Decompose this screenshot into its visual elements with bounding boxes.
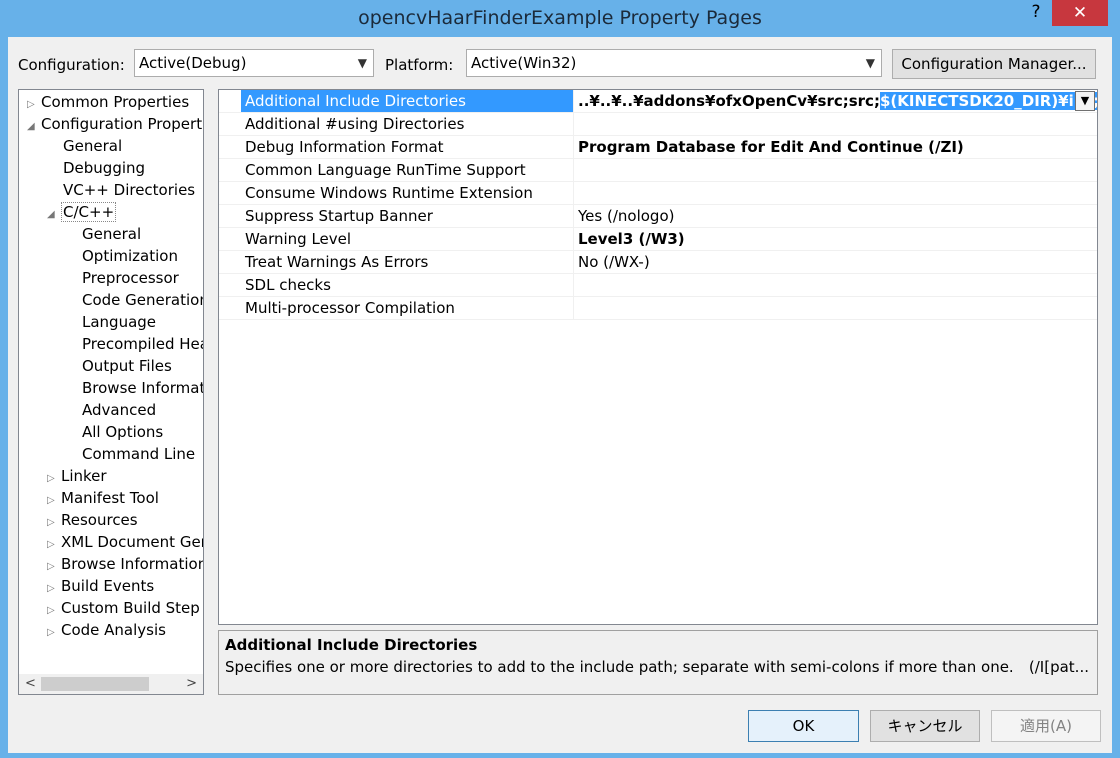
property-pages-window: opencvHaarFinderExample Property Pages ?… <box>0 0 1120 758</box>
tree-item-optimization[interactable]: Optimization <box>82 245 178 267</box>
chevron-down-icon: ▼ <box>357 56 367 70</box>
tree-item-vc-directories[interactable]: VC++ Directories <box>63 179 195 201</box>
description-title: Additional Include Directories <box>225 636 478 654</box>
description-panel: Additional Include Directories Specifies… <box>218 630 1098 695</box>
property-name[interactable]: Warning Level <box>241 228 573 250</box>
configuration-label: Configuration: <box>18 56 125 74</box>
tree-item-general[interactable]: General <box>63 135 122 157</box>
property-row[interactable]: Additional Include Directories ..¥..¥..¥… <box>219 90 1097 113</box>
property-value[interactable] <box>573 159 1097 181</box>
selected-text: $(KINECTSDK20_DIR)¥inc; <box>879 92 1097 110</box>
property-name[interactable]: Debug Information Format <box>241 136 573 158</box>
chevron-down-icon: ▼ <box>865 56 875 70</box>
dialog-body: Configuration: Active(Debug) ▼ Platform:… <box>8 37 1112 753</box>
property-value[interactable]: Yes (/nologo) <box>573 205 1097 227</box>
tree-item-language[interactable]: Language <box>82 311 156 333</box>
property-value[interactable]: Level3 (/W3) <box>573 228 1097 250</box>
description-flag: (/I[pat... <box>1028 658 1089 676</box>
tree-item-code-generation[interactable]: Code Generation <box>82 289 203 311</box>
tree-item-custom-build-step[interactable]: ▷ Custom Build Step <box>47 597 200 619</box>
tree-item-cpp-general[interactable]: General <box>82 223 141 245</box>
property-tree[interactable]: ▷ Common Properties ◢ Configuration Proper… <box>18 89 204 695</box>
property-value[interactable]: Program Database for Edit And Continue (… <box>573 136 1097 158</box>
close-button[interactable]: ✕ <box>1052 0 1108 26</box>
property-name[interactable]: SDL checks <box>241 274 573 296</box>
tree-item-build-events[interactable]: ▷ Build Events <box>47 575 154 597</box>
tree-item-browse-information-root[interactable]: ▷ Browse Information <box>47 553 203 575</box>
configuration-value: Active(Debug) <box>139 54 247 72</box>
property-row[interactable]: SDL checks <box>219 274 1097 297</box>
property-name[interactable]: Common Language RunTime Support <box>241 159 573 181</box>
tree-item-code-analysis[interactable]: ▷ Code Analysis <box>47 619 166 641</box>
platform-value: Active(Win32) <box>471 54 577 72</box>
collapse-arrow-icon[interactable]: ◢ <box>47 204 61 226</box>
tree-horizontal-scrollbar[interactable]: < > <box>19 674 203 694</box>
property-row[interactable]: Suppress Startup Banner Yes (/nologo) <box>219 205 1097 228</box>
tree-item-output-files[interactable]: Output Files <box>82 355 172 377</box>
configuration-manager-button[interactable]: Configuration Manager... <box>892 49 1096 79</box>
property-row[interactable]: Common Language RunTime Support <box>219 159 1097 182</box>
tree-item-command-line[interactable]: Command Line <box>82 443 195 465</box>
property-value[interactable]: No (/WX-) <box>573 251 1097 273</box>
tree-item-debugging[interactable]: Debugging <box>63 157 145 179</box>
chevron-down-icon[interactable]: ▼ <box>1075 91 1095 111</box>
tree-item-linker[interactable]: ▷ Linker <box>47 465 107 487</box>
tree-item-xml-document-generator[interactable]: ▷ XML Document Ger <box>47 531 203 553</box>
help-button[interactable]: ? <box>1020 0 1052 27</box>
property-name[interactable]: Suppress Startup Banner <box>241 205 573 227</box>
property-row[interactable]: Consume Windows Runtime Extension <box>219 182 1097 205</box>
tree-item-all-options[interactable]: All Options <box>82 421 163 443</box>
property-name[interactable]: Additional Include Directories <box>241 90 573 112</box>
platform-dropdown[interactable]: Active(Win32) ▼ <box>466 49 882 77</box>
scroll-left-icon[interactable]: < <box>25 674 36 694</box>
property-row[interactable]: Debug Information Format Program Databas… <box>219 136 1097 159</box>
cancel-button[interactable]: キャンセル <box>870 710 980 742</box>
tree-item-preprocessor[interactable]: Preprocessor <box>82 267 179 289</box>
tree-item-browse-information[interactable]: Browse Informat <box>82 377 203 399</box>
property-row[interactable]: Treat Warnings As Errors No (/WX-) <box>219 251 1097 274</box>
property-name[interactable]: Additional #using Directories <box>241 113 573 135</box>
tree-item-manifest-tool[interactable]: ▷ Manifest Tool <box>47 487 159 509</box>
property-name[interactable]: Consume Windows Runtime Extension <box>241 182 573 204</box>
scrollbar-thumb[interactable] <box>41 677 149 691</box>
property-value[interactable] <box>573 274 1097 296</box>
property-value[interactable]: ..¥..¥..¥addons¥ofxOpenCv¥src;src;$(KINE… <box>573 90 1097 112</box>
window-title: opencvHaarFinderExample Property Pages <box>358 7 762 29</box>
property-name[interactable]: Treat Warnings As Errors <box>241 251 573 273</box>
tree-item-precompiled-headers[interactable]: Precompiled Hea <box>82 333 203 355</box>
property-value[interactable] <box>573 182 1097 204</box>
tree-item-common-properties[interactable]: ▷ Common Properties <box>27 91 189 113</box>
apply-button[interactable]: 適用(A) <box>991 710 1101 742</box>
description-text: Specifies one or more directories to add… <box>225 658 1014 676</box>
property-value[interactable] <box>573 297 1097 319</box>
configuration-dropdown[interactable]: Active(Debug) ▼ <box>134 49 374 77</box>
collapse-arrow-icon[interactable]: ◢ <box>27 116 41 138</box>
property-value[interactable] <box>573 113 1097 135</box>
scroll-right-icon[interactable]: > <box>186 674 197 694</box>
tree-item-c-cpp[interactable]: ◢ C/C++ <box>47 201 117 226</box>
title-bar[interactable]: opencvHaarFinderExample Property Pages ?… <box>0 0 1120 37</box>
tree-item-configuration-properties[interactable]: ◢ Configuration Propert <box>27 113 202 135</box>
property-row[interactable]: Warning Level Level3 (/W3) <box>219 228 1097 251</box>
ok-button[interactable]: OK <box>748 710 859 742</box>
tree-item-advanced[interactable]: Advanced <box>82 399 156 421</box>
property-grid[interactable]: Additional Include Directories ..¥..¥..¥… <box>218 89 1098 625</box>
tree-item-resources[interactable]: ▷ Resources <box>47 509 138 531</box>
property-row[interactable]: Additional #using Directories <box>219 113 1097 136</box>
property-row[interactable]: Multi-processor Compilation <box>219 297 1097 320</box>
expand-arrow-icon[interactable]: ▷ <box>47 622 61 644</box>
platform-label: Platform: <box>385 56 454 74</box>
property-name[interactable]: Multi-processor Compilation <box>241 297 573 319</box>
